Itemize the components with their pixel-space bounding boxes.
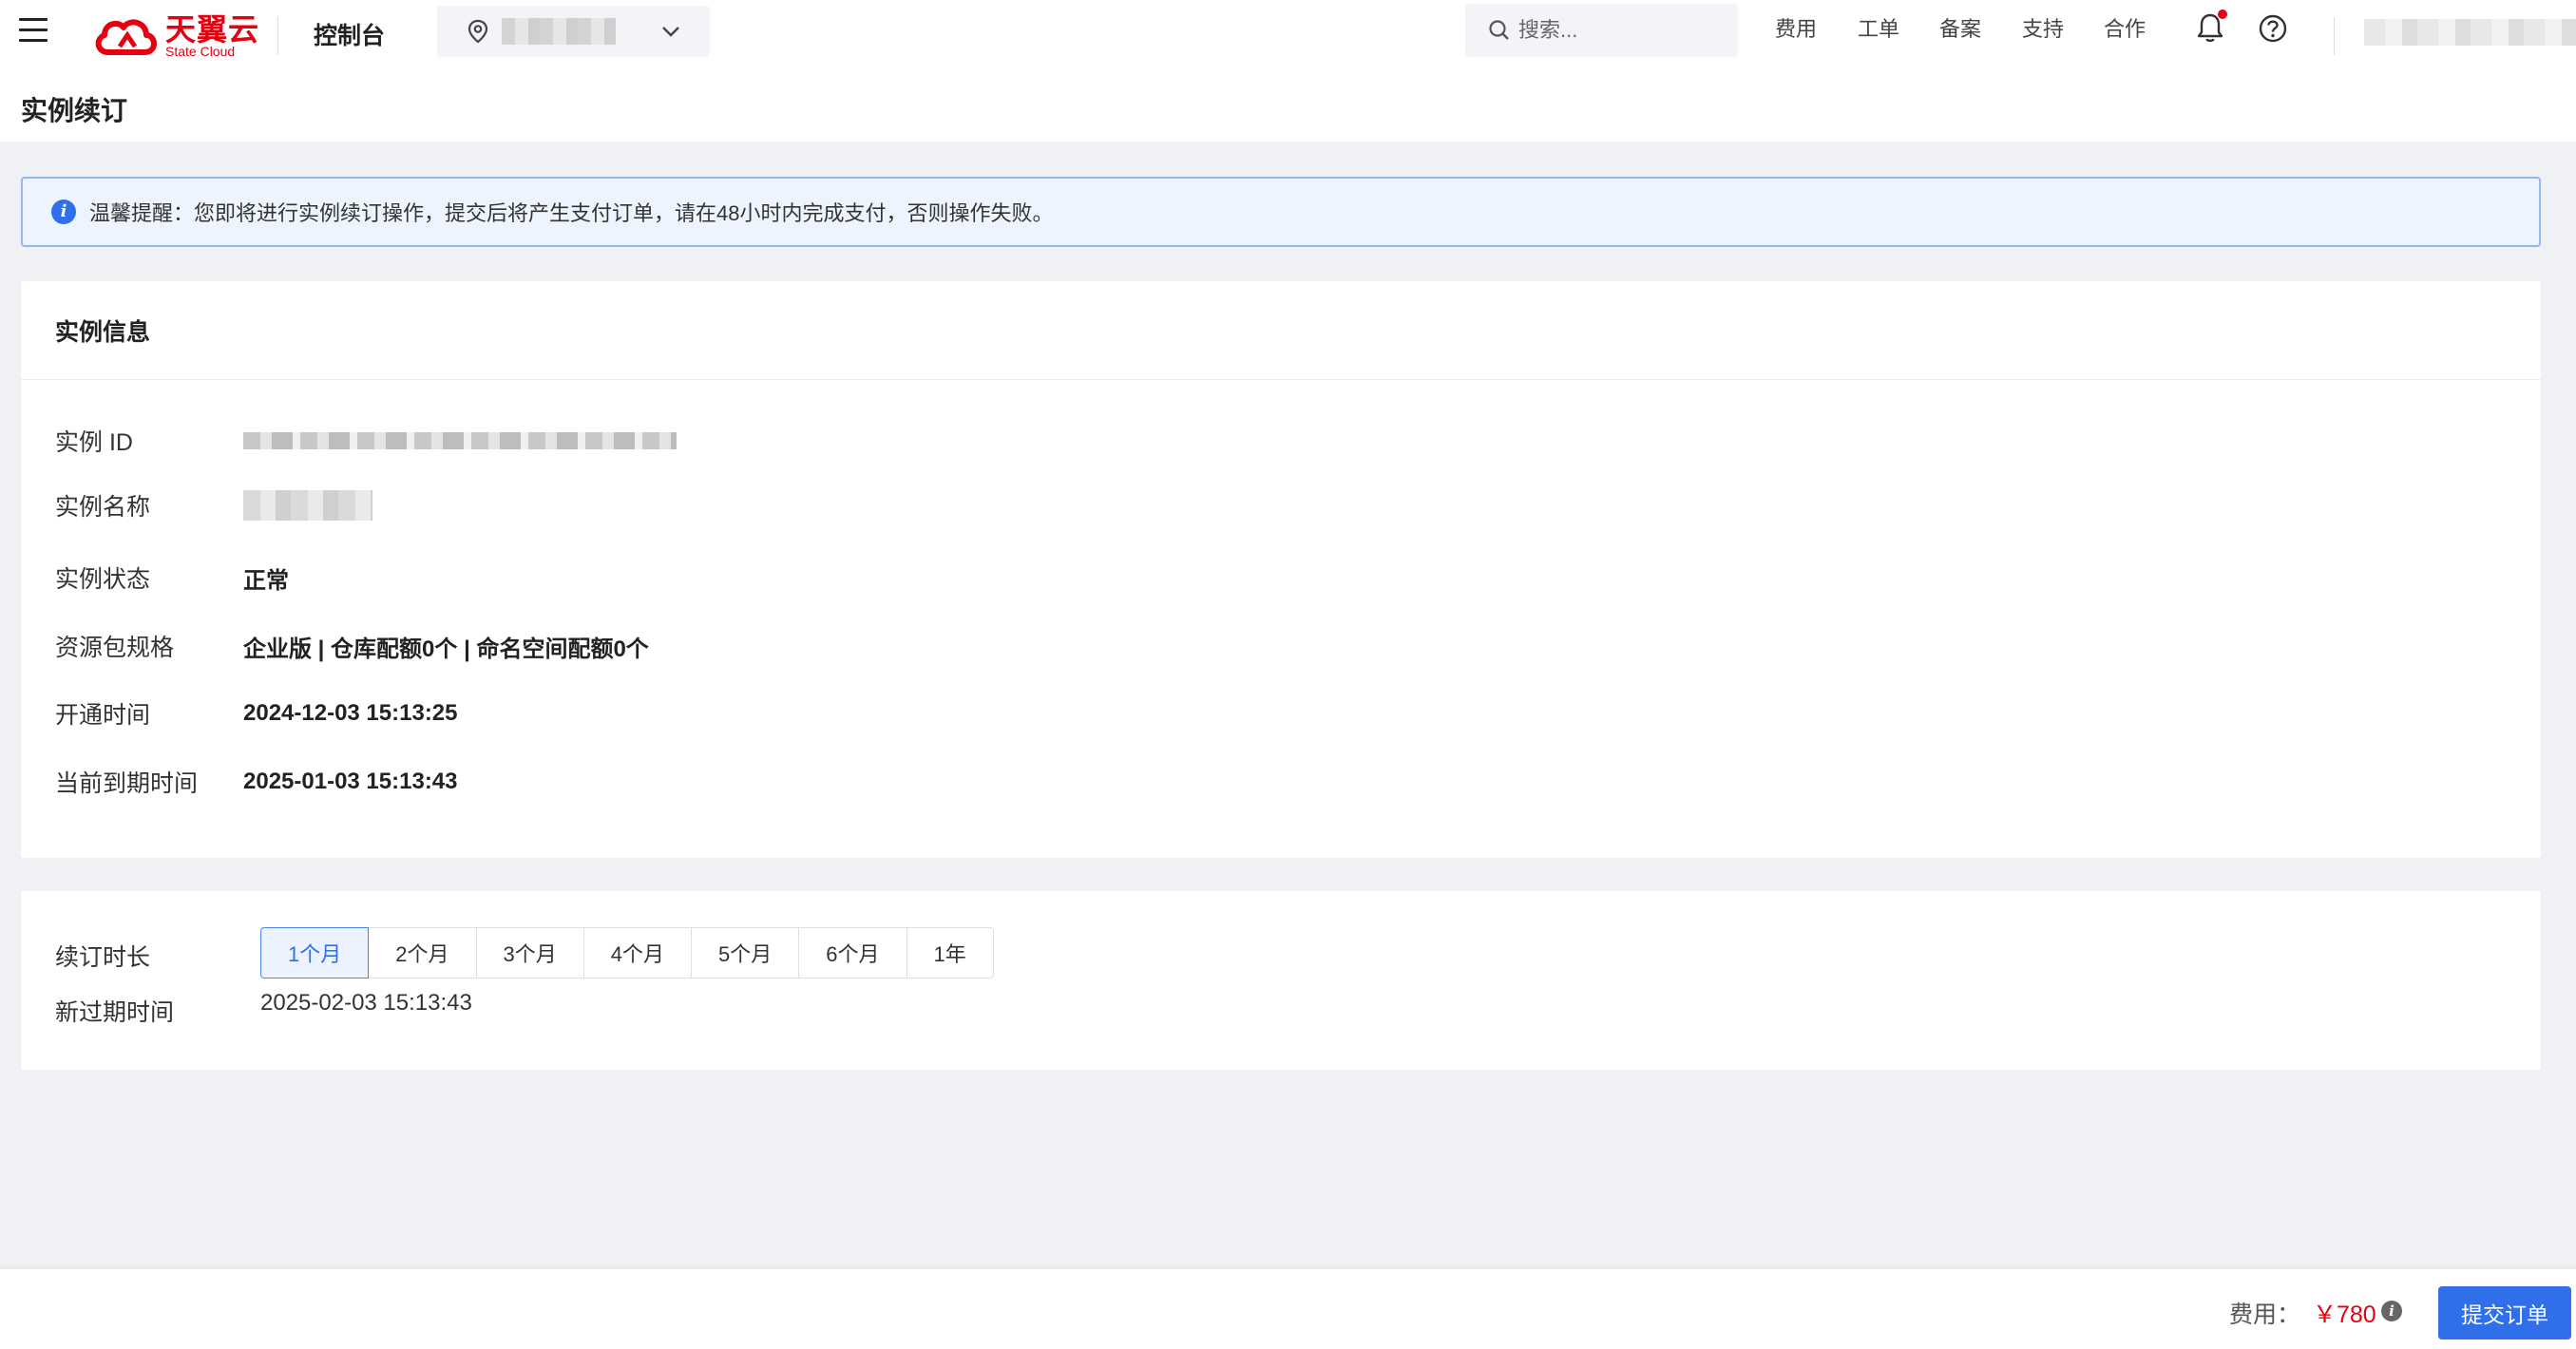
- info-label: 实例名称: [55, 494, 151, 521]
- region-selector[interactable]: [437, 6, 710, 57]
- nav-filing[interactable]: 备案: [1939, 15, 1981, 44]
- info-row-status: 实例状态 正常: [55, 560, 289, 595]
- duration-option-5m[interactable]: 5个月: [691, 927, 800, 978]
- nav-billing[interactable]: 费用: [1775, 15, 1817, 44]
- logo-en-text: State Cloud: [165, 44, 236, 59]
- cloud-logo-icon: [95, 19, 157, 55]
- info-row-instance-id: 实例 ID: [55, 424, 677, 458]
- info-label: 实例状态: [55, 566, 151, 593]
- user-account-redacted[interactable]: [2364, 19, 2576, 46]
- header-divider: [277, 17, 278, 55]
- renewal-notice-alert: i 温馨提醒：您即将进行实例续订操作，提交后将产生支付订单，请在48小时内完成支…: [21, 177, 2541, 247]
- new-expire-label: 新过期时间: [55, 999, 175, 1026]
- duration-option-4m[interactable]: 4个月: [582, 927, 692, 978]
- info-label: 资源包规格: [55, 635, 175, 661]
- console-link[interactable]: 控制台: [314, 17, 385, 55]
- duration-option-3m[interactable]: 3个月: [475, 927, 584, 978]
- spec-value: 企业版 | 仓库配额0个 | 命名空间配额0个: [243, 636, 649, 662]
- fee-info-icon[interactable]: i: [2381, 1301, 2402, 1321]
- fee-value: ￥780: [2313, 1302, 2376, 1328]
- info-label: 实例 ID: [55, 429, 133, 456]
- info-label: 开通时间: [55, 702, 151, 729]
- search-icon: [1489, 20, 1509, 40]
- info-row-open-time: 开通时间 2024-12-03 15:13:25: [55, 696, 458, 731]
- nav-cooperation[interactable]: 合作: [2104, 15, 2146, 44]
- duration-label: 续订时长: [55, 944, 151, 971]
- order-footer: 费用： ￥780 i 提交订单: [0, 1269, 2576, 1349]
- expire-time-value: 2025-01-03 15:13:43: [243, 769, 458, 794]
- submit-order-button[interactable]: 提交订单: [2438, 1286, 2571, 1340]
- location-pin-icon: [467, 19, 488, 44]
- notification-dot: [2218, 10, 2227, 19]
- region-name-redacted: [502, 18, 616, 45]
- page-title-bar: 实例续订: [0, 73, 2576, 142]
- renewal-card: 续订时长 1个月 2个月 3个月 4个月 5个月 6个月 1年 新过期时间 20…: [21, 891, 2541, 1070]
- search-box[interactable]: [1465, 4, 1738, 57]
- instance-info-title: 实例信息: [55, 318, 151, 346]
- status-value: 正常: [243, 567, 289, 594]
- search-input[interactable]: [1518, 18, 1708, 43]
- instance-info-header: 实例信息: [21, 281, 2541, 380]
- fee-label: 费用：: [2229, 1302, 2301, 1328]
- chevron-down-icon: [662, 27, 679, 37]
- info-row-expire-time: 当前到期时间 2025-01-03 15:13:43: [55, 765, 458, 799]
- duration-selector: 1个月 2个月 3个月 4个月 5个月 6个月 1年: [260, 927, 994, 978]
- instance-name-redacted: [243, 490, 372, 521]
- logo-cn-text: 天翼云: [165, 12, 260, 47]
- info-row-spec: 资源包规格 企业版 | 仓库配额0个 | 命名空间配额0个: [55, 629, 649, 663]
- info-label: 当前到期时间: [55, 770, 199, 797]
- duration-option-6m[interactable]: 6个月: [798, 927, 907, 978]
- instance-id-redacted: [243, 432, 677, 449]
- duration-option-1y[interactable]: 1年: [906, 927, 994, 978]
- open-time-value: 2024-12-03 15:13:25: [243, 700, 458, 726]
- duration-option-2m[interactable]: 2个月: [368, 927, 477, 978]
- nav-support[interactable]: 支持: [2022, 15, 2064, 44]
- header-divider-right: [2334, 17, 2335, 55]
- new-expire-value: 2025-02-03 15:13:43: [260, 990, 472, 1016]
- instance-info-card: 实例信息 实例 ID 实例名称 实例状态 正常 资源包规格 企业版 | 仓库配额…: [21, 281, 2541, 858]
- info-icon: i: [51, 200, 76, 224]
- duration-option-1m[interactable]: 1个月: [260, 927, 370, 978]
- top-bar: 天翼云 State Cloud 控制台 费用 工单 备案 支持 合作: [0, 0, 2576, 73]
- info-row-instance-name: 实例名称: [55, 488, 372, 522]
- hamburger-menu-icon[interactable]: [19, 18, 48, 43]
- nav-tickets[interactable]: 工单: [1858, 15, 1899, 44]
- alert-text: 温馨提醒：您即将进行实例续订操作，提交后将产生支付订单，请在48小时内完成支付，…: [89, 201, 1054, 225]
- logo[interactable]: 天翼云 State Cloud: [91, 8, 259, 65]
- help-icon[interactable]: [2258, 13, 2288, 44]
- page-title: 实例续订: [21, 96, 128, 125]
